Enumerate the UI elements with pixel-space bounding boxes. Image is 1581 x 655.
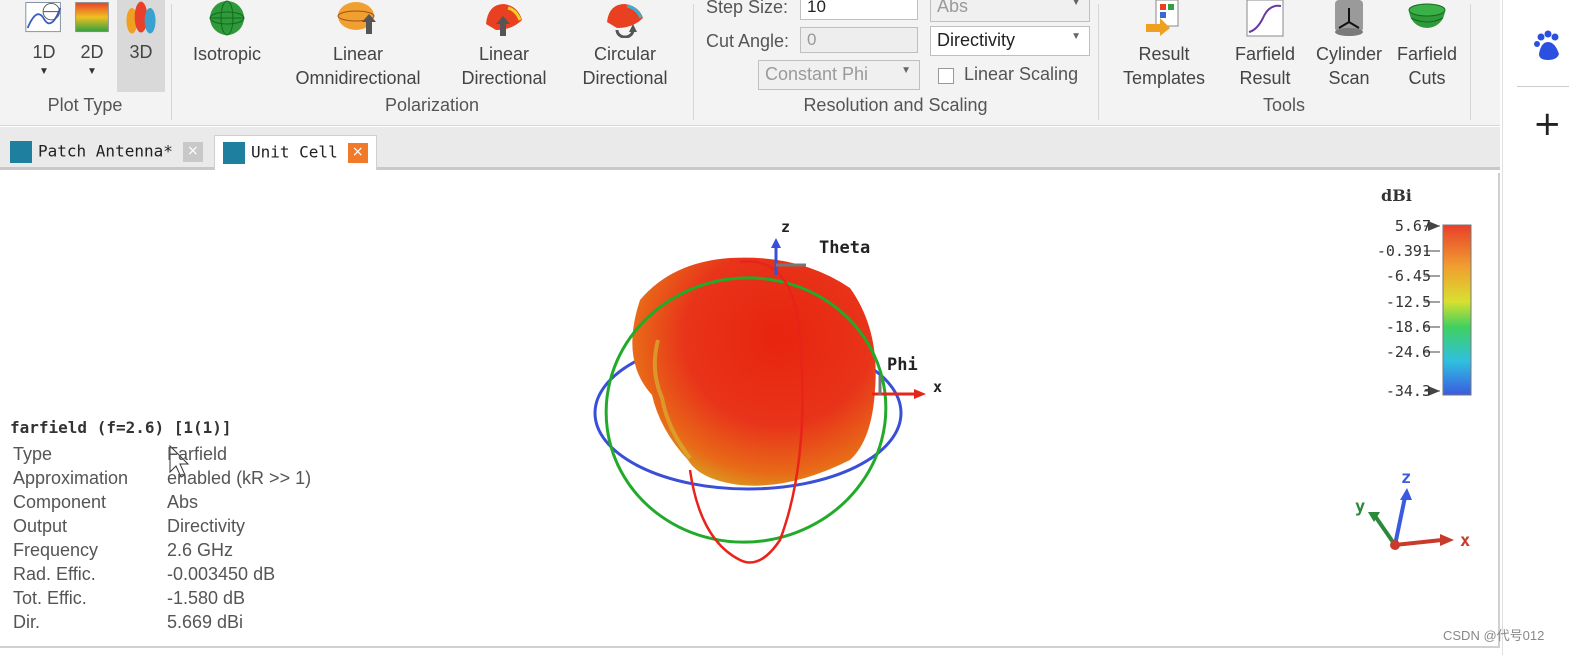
info-key: Frequency	[13, 540, 99, 560]
info-value: -0.003450 dB	[167, 564, 276, 584]
info-key: Type	[13, 444, 53, 464]
result-info-table: Type Farfield Approximation enabled (kR >>…	[13, 442, 311, 634]
triad-z-arrow	[1400, 488, 1412, 500]
info-key: Rad. Effic.	[13, 564, 96, 584]
info-row: Component Abs	[13, 490, 311, 514]
info-value: Directivity	[167, 516, 246, 536]
theta-label: Theta	[819, 238, 870, 258]
info-value: 5.669 dBi	[167, 612, 244, 632]
triad-origin	[1390, 540, 1400, 550]
add-icon[interactable]: +	[1533, 104, 1562, 144]
colorbar	[1442, 224, 1472, 396]
z-axis-label: z	[781, 218, 790, 236]
colorbar-unit: dBi	[1381, 186, 1412, 205]
triad-z-label: z	[1401, 468, 1411, 488]
browser-sidebar: +	[1502, 0, 1581, 655]
watermark-text: CSDN @代号012	[1443, 628, 1545, 643]
info-key: Dir.	[13, 612, 40, 632]
radiation-pattern-lobe	[632, 257, 876, 486]
info-row: Type Farfield	[13, 442, 311, 466]
triad-x-label: x	[1460, 531, 1470, 551]
info-value: -1.580 dB	[167, 588, 246, 608]
info-row: Approximation enabled (kR >> 1)	[13, 466, 311, 490]
triad-z-axis	[1393, 496, 1407, 546]
colorbar-tick-label: -12.5	[1385, 293, 1431, 311]
x-axis-label: x	[933, 378, 942, 396]
colorbar-tick-label: -24.6	[1385, 343, 1431, 361]
result-info-title: farfield (f=2.6) [1(1)]	[10, 418, 232, 437]
info-row: Dir. 5.669 dBi	[13, 610, 311, 634]
info-value: Farfield	[167, 444, 228, 464]
triad-x-axis	[1394, 538, 1443, 547]
baidu-paw-icon[interactable]	[1533, 30, 1563, 62]
info-key: Component	[13, 492, 107, 512]
info-row: Output Directivity	[13, 514, 311, 538]
info-key: Output	[13, 516, 68, 536]
info-key: Approximation	[13, 468, 129, 488]
x-axis-arrow	[914, 389, 926, 399]
colorbar-tick-label: 5.67	[1394, 217, 1431, 235]
info-row: Tot. Effic. -1.580 dB	[13, 586, 311, 610]
triad-y-axis	[1373, 514, 1397, 547]
info-key: Tot. Effic.	[13, 588, 87, 608]
colorbar-tick-label: -0.391	[1376, 242, 1431, 260]
z-axis-arrow	[771, 238, 781, 248]
phi-label: Phi	[887, 355, 918, 375]
colorbar-tick-label: -6.45	[1385, 267, 1431, 285]
info-value: 2.6 GHz	[167, 540, 234, 560]
triad-x-arrow	[1440, 534, 1454, 546]
colorbar-tick-label: -18.6	[1385, 318, 1431, 336]
info-row: Frequency 2.6 GHz	[13, 538, 311, 562]
sidebar-divider	[1517, 86, 1569, 87]
info-row: Rad. Effic. -0.003450 dB	[13, 562, 311, 586]
info-value: enabled (kR >> 1)	[167, 468, 312, 488]
triad-y-label: y	[1355, 497, 1365, 517]
colorbar-tick-label: -34.3	[1385, 382, 1431, 400]
info-value: Abs	[167, 492, 199, 512]
